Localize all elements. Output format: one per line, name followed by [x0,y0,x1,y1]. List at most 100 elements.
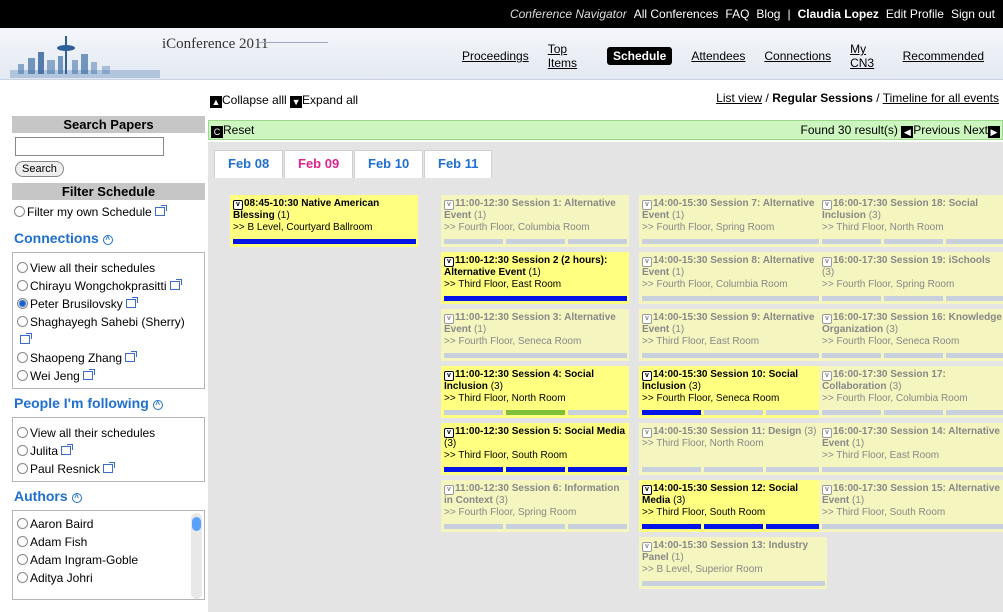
authors-list[interactable]: Aaron Baird Adam Fish Adam Ingram-Goble … [12,510,205,600]
reset-button[interactable]: C Reset [211,121,254,139]
radio-selected-icon[interactable] [17,298,28,309]
nav-connections[interactable]: Connections [764,49,831,63]
radio-icon[interactable] [17,316,28,327]
nav-top-items[interactable]: Top Items [548,42,588,70]
session-card[interactable]: v 14:00-15:30 Session 13: Industry Panel … [639,537,827,589]
tab-feb-08[interactable]: Feb 08 [214,150,284,178]
external-link-icon[interactable] [20,333,32,344]
expand-session-icon[interactable]: v [444,200,454,210]
nav-recommended[interactable]: Recommended [903,49,984,63]
session-card[interactable]: v 14:00-15:30 Session 10: Social Inclusio… [639,366,827,418]
session-card[interactable]: v 11:00-12:30 Session 5: Social Media (3)… [441,423,629,475]
collapse-all-button[interactable]: ▲ Collapse alll [210,93,287,108]
expand-session-icon[interactable]: v [642,542,652,552]
next-button[interactable]: Next ▶ [963,123,1000,138]
radio-icon[interactable] [17,518,28,529]
timeline-link[interactable]: Timeline for all events [883,91,999,105]
session-title[interactable]: Session 19: iSchools [890,255,990,266]
author-item[interactable]: Adam Fish [17,533,200,551]
radio-icon[interactable] [17,262,28,273]
expand-session-icon[interactable]: v [444,314,454,324]
session-card[interactable]: v 16:00-17:30 Session 18: Social Inclusio… [819,195,1003,247]
all-conferences-link[interactable]: All Conferences [634,7,719,21]
search-button[interactable]: Search [15,161,64,177]
expand-all-button[interactable]: ▼ Expand all [290,93,358,108]
session-card[interactable]: v 16:00-17:30 Session 14: Alternative Eve… [819,423,1003,475]
session-card[interactable]: v 14:00-15:30 Session 11: Design (3) >> Th… [639,423,827,475]
session-card[interactable]: v 11:00-12:30 Session 3: Alternative Even… [441,309,629,361]
connection-item[interactable]: Peter Brusilovsky [17,295,200,313]
radio-icon[interactable] [17,554,28,565]
session-title[interactable]: Session 5: Social Media [512,426,625,437]
tab-feb-10[interactable]: Feb 10 [354,150,424,178]
expand-session-icon[interactable]: v [822,200,832,210]
user-name[interactable]: Claudia Lopez [798,7,879,21]
expand-session-icon[interactable]: v [822,314,832,324]
author-item[interactable]: Adam Ingram-Goble [17,551,200,569]
expand-session-icon[interactable]: v [642,257,652,267]
following-item[interactable]: View all their schedules [17,424,200,442]
expand-session-icon[interactable]: v [444,257,454,267]
session-card[interactable]: v 11:00-12:30 Session 2 (2 hours): Altern… [441,252,629,304]
nav-attendees[interactable]: Attendees [691,49,745,63]
edit-profile-link[interactable]: Edit Profile [886,7,944,21]
session-card[interactable]: v 11:00-12:30 Session 1: Alternative Even… [441,195,629,247]
expand-session-icon[interactable]: v [642,428,652,438]
external-link-icon[interactable] [154,205,167,216]
expand-session-icon[interactable]: v [444,371,454,381]
sign-out-link[interactable]: Sign out [951,7,995,21]
session-card[interactable]: v 14:00-15:30 Session 9: Alternative Even… [639,309,827,361]
expand-session-icon[interactable]: v [822,428,832,438]
authors-heading[interactable]: Authors ^ [14,488,205,504]
radio-icon[interactable] [17,463,28,474]
following-item[interactable]: Paul Resnick [17,460,200,478]
expand-session-icon[interactable]: v [642,314,652,324]
following-item[interactable]: Julita [17,442,200,460]
connection-item[interactable]: View all their schedules [17,259,200,277]
session-card[interactable]: v 16:00-17:30 Session 16: Knowledge Organ… [819,309,1003,361]
blog-link[interactable]: Blog [756,7,780,21]
radio-icon[interactable] [14,206,25,217]
session-card[interactable]: v 08:45-10:30 Native American Blessing (1… [230,195,418,247]
expand-session-icon[interactable]: v [822,485,832,495]
expand-session-icon[interactable]: v [822,371,832,381]
external-link-icon[interactable] [125,297,138,308]
expand-session-icon[interactable]: v [642,371,652,381]
author-item[interactable]: Aaron Baird [17,515,200,533]
session-card[interactable]: v 14:00-15:30 Session 12: Social Media (3… [639,480,827,532]
author-item[interactable]: Aditya Johri [17,569,200,587]
expand-session-icon[interactable]: v [642,485,652,495]
radio-icon[interactable] [17,445,28,456]
nav-schedule[interactable]: Schedule [606,47,673,65]
radio-icon[interactable] [17,427,28,438]
collapse-up-icon[interactable]: ^ [71,493,82,503]
external-link-icon[interactable] [125,351,138,362]
expand-session-icon[interactable]: v [822,257,832,267]
session-title[interactable]: Session 11: Design [710,426,801,437]
nav-my-cn3[interactable]: My CN3 [850,42,884,70]
session-card[interactable]: v 11:00-12:30 Session 6: Information in C… [441,480,629,532]
expand-session-icon[interactable]: v [233,200,243,210]
previous-button[interactable]: ◀ Previous [901,123,960,138]
following-heading[interactable]: People I'm following ^ [14,395,205,411]
radio-icon[interactable] [17,572,28,583]
search-input[interactable] [15,137,164,156]
external-link-icon[interactable] [169,279,182,290]
connection-item[interactable]: Shaghayegh Sahebi (Sherry) [17,313,200,349]
session-card[interactable]: v 16:00-17:30 Session 19: iSchools (3) >> … [819,252,1003,304]
collapse-up-icon[interactable]: ^ [152,400,163,410]
tab-feb-09[interactable]: Feb 09 [284,150,354,178]
collapse-up-icon[interactable]: ^ [102,235,113,245]
external-link-icon[interactable] [61,444,74,455]
expand-session-icon[interactable]: v [444,428,454,438]
expand-session-icon[interactable]: v [642,200,652,210]
session-card[interactable]: v 14:00-15:30 Session 8: Alternative Even… [639,252,827,304]
radio-icon[interactable] [17,536,28,547]
session-card[interactable]: v 16:00-17:30 Session 17: Collaboration (… [819,366,1003,418]
list-view-link[interactable]: List view [716,91,762,105]
filter-own-schedule-option[interactable]: Filter my own Schedule [12,200,205,224]
radio-icon[interactable] [17,352,28,363]
site-name[interactable]: Conference Navigator [510,7,627,21]
session-card[interactable]: v 14:00-15:30 Session 7: Alternative Even… [639,195,827,247]
session-card[interactable]: v 11:00-12:30 Session 4: Social Inclusion… [441,366,629,418]
